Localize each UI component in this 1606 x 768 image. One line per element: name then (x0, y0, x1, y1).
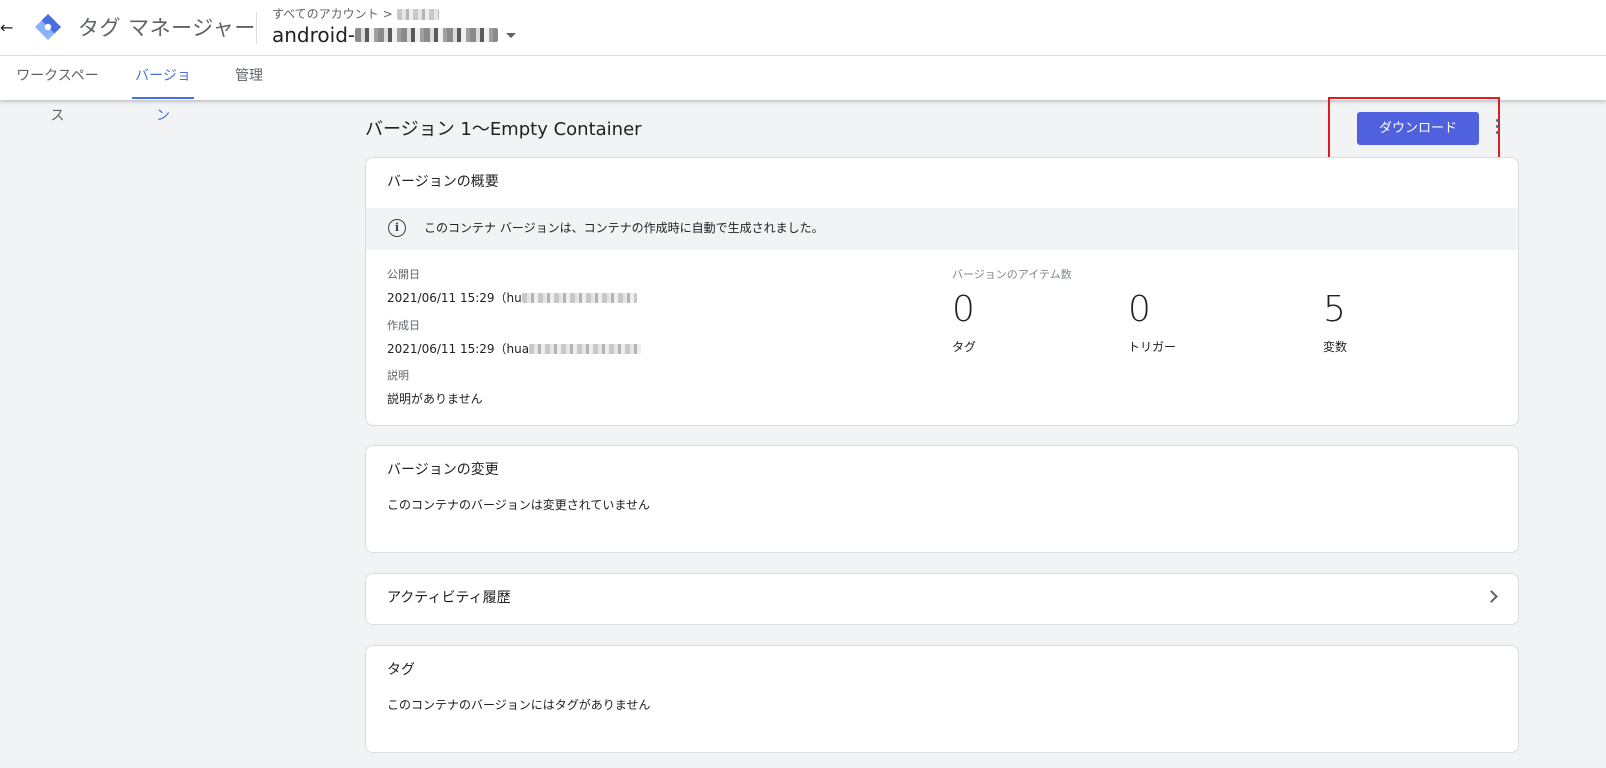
created-date: 2021/06/11 15:29（hua (387, 342, 530, 356)
tab-workspace[interactable]: ワークスペース (11, 56, 104, 124)
activity-title: アクティビティ履歴 (387, 590, 511, 606)
description-value: 説明がありません (387, 392, 483, 406)
published-value: 2021/06/11 15:29（hu (387, 290, 637, 306)
info-banner: i このコンテナ バージョンは、コンテナの作成時に自動で生成されました。 (366, 208, 1518, 250)
info-icon: i (388, 219, 406, 237)
created-label: 作成日 (387, 319, 420, 332)
activity-history-card[interactable]: アクティビティ履歴 (365, 573, 1519, 625)
more-vert-icon[interactable] (1494, 119, 1500, 137)
container-selector[interactable]: android- (272, 22, 517, 48)
breadcrumb[interactable]: すべてのアカウント > (272, 7, 439, 21)
tab-bar: ワークスペース バージョン 管理 (0, 56, 1606, 124)
download-button[interactable]: ダウンロード (1357, 112, 1479, 145)
version-summary-card: バージョンの概要 i このコンテナ バージョンは、コンテナの作成時に自動で生成さ… (365, 157, 1519, 426)
arrow-back-icon[interactable]: ← (0, 18, 14, 38)
trigger-count-label: トリガー (1128, 340, 1177, 354)
breadcrumb-separator: > (382, 7, 393, 21)
redacted-creator (529, 344, 642, 354)
tag-count-label: タグ (952, 340, 977, 354)
tag-count: 0 (952, 289, 975, 330)
app-title: タグ マネージャー (78, 16, 256, 40)
redacted-container-name (355, 28, 499, 42)
version-changes-card: バージョンの変更 このコンテナのバージョンは変更されていません (365, 445, 1519, 553)
page-title: バージョン 1～Empty Container (365, 119, 642, 140)
changes-text: このコンテナのバージョンは変更されていません (387, 498, 651, 512)
app-header: ← タグ マネージャー すべてのアカウント > android- (0, 0, 1606, 56)
redacted-publisher (521, 293, 637, 303)
container-name: android- (272, 23, 356, 47)
changes-title: バージョンの変更 (387, 462, 499, 478)
tab-versions[interactable]: バージョン (130, 56, 196, 124)
redacted-account-name (396, 8, 439, 20)
created-value: 2021/06/11 15:29（hua (387, 341, 642, 357)
variable-count-label: 変数 (1323, 340, 1348, 354)
tags-card: タグ このコンテナのバージョンにはタグがありません (365, 645, 1519, 753)
active-tab-indicator (132, 97, 194, 99)
variable-count: 5 (1323, 289, 1346, 330)
tag-manager-logo-icon[interactable] (34, 13, 62, 41)
tags-title: タグ (387, 662, 415, 678)
description-label: 説明 (387, 369, 409, 382)
published-label: 公開日 (387, 268, 420, 281)
published-date: 2021/06/11 15:29（hu (387, 291, 522, 305)
trigger-count: 0 (1128, 289, 1151, 330)
tags-text: このコンテナのバージョンにはタグがありません (387, 698, 651, 712)
item-counts-label: バージョンのアイテム数 (952, 268, 1072, 281)
breadcrumb-all-accounts[interactable]: すべてのアカウント (272, 7, 379, 21)
tab-admin[interactable]: 管理 (234, 56, 264, 100)
chevron-down-icon[interactable] (506, 32, 517, 38)
chevron-right-icon[interactable] (1485, 590, 1498, 603)
header-divider (256, 12, 257, 44)
info-text: このコンテナ バージョンは、コンテナの作成時に自動で生成されました。 (424, 221, 824, 235)
summary-title: バージョンの概要 (387, 174, 499, 190)
